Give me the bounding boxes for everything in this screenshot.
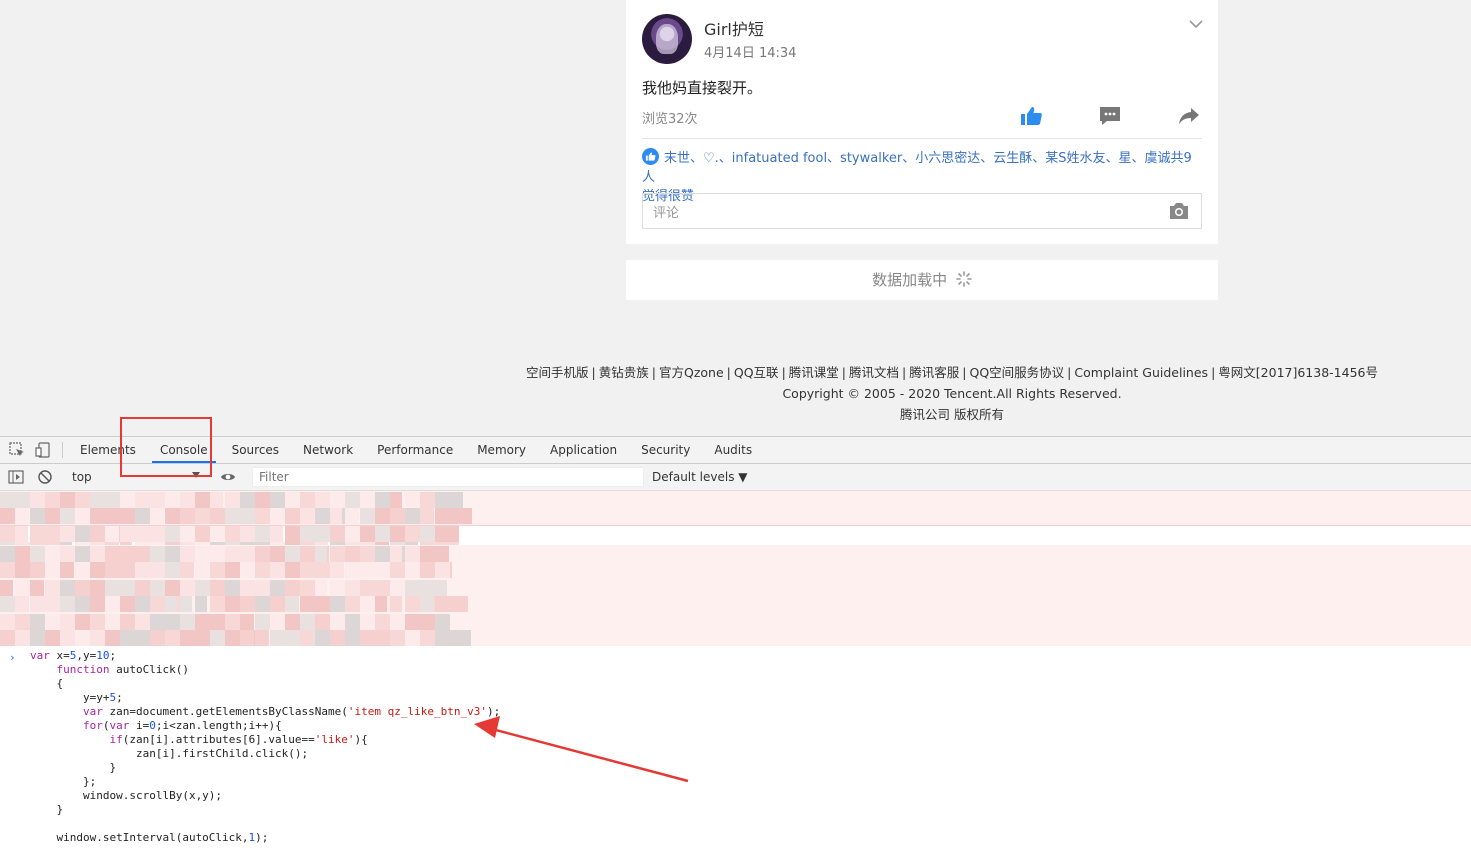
annotation-arrow bbox=[474, 716, 689, 783]
